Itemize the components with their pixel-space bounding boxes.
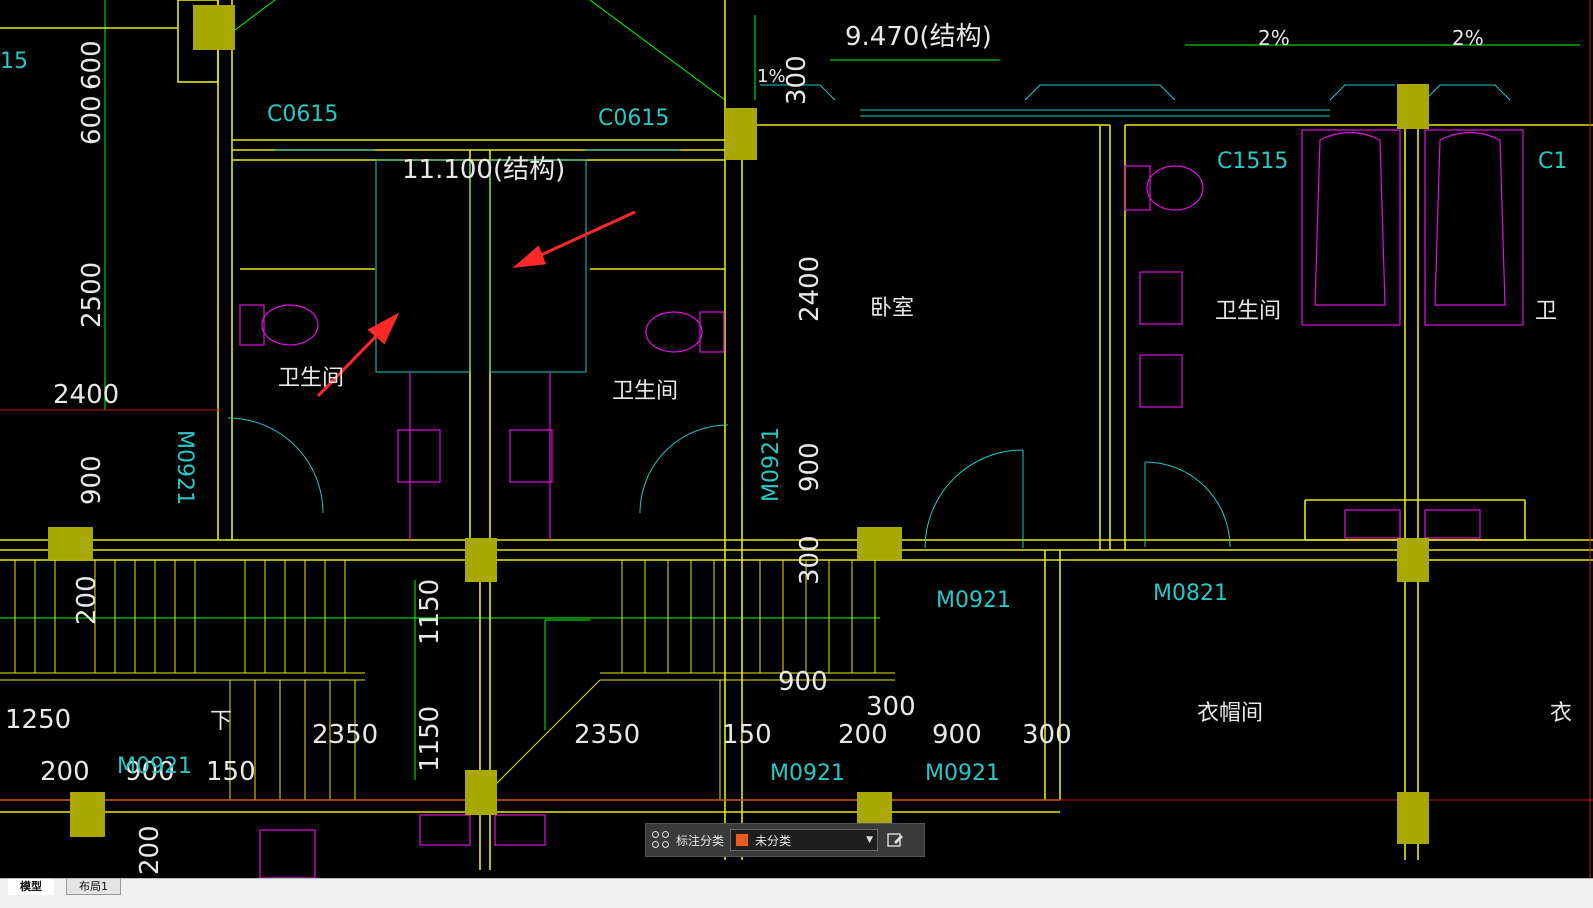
dimension-label: 2350 (574, 720, 640, 750)
dimension-label: 900 (932, 720, 982, 750)
dimension-label: 300 (782, 55, 812, 105)
dimension-label: 2400 (795, 256, 825, 322)
window-label: C0615 (267, 102, 338, 127)
room-label: 卧室 (870, 296, 914, 321)
room-label: 卫生间 (278, 366, 344, 391)
window-label: C0615 (598, 106, 669, 131)
dimension-label: 2500 (77, 262, 107, 328)
dimension-label: 200 (40, 757, 90, 787)
dimension-label: 1150 (415, 579, 445, 645)
tab-layout1[interactable]: 布局1 (66, 879, 121, 895)
annotation-category-value: 未分类 (755, 833, 792, 848)
door-label: M0921 (172, 430, 197, 505)
dimension-label: 600 (77, 95, 107, 145)
annotation-category-label: 标注分类 (676, 833, 725, 848)
room-label: 卫生间 (612, 379, 678, 404)
dimension-label: 600 (77, 40, 107, 90)
color-swatch (735, 833, 750, 847)
annotation-category-select[interactable]: 未分类 ▼ (730, 829, 879, 851)
room-label: 衣帽间 (1197, 701, 1263, 726)
chevron-down-icon: ▼ (866, 835, 874, 845)
floor-plan: 9.470(结构) 11.100(结构) 2% 2% 1% 卧室 卫生间 卫生间… (0, 0, 1593, 878)
window-label: 15 (0, 49, 28, 74)
dimension-label: 1250 (5, 705, 71, 735)
dimension-label: 300 (866, 692, 916, 722)
door-label: M0921 (117, 754, 192, 779)
stair-direction-label: 下 (210, 709, 232, 734)
door-label: M0921 (759, 427, 784, 502)
slope-label: 2% (1258, 26, 1290, 50)
level-label: 11.100(结构) (402, 155, 565, 185)
dimension-label: 150 (722, 720, 772, 750)
dimension-label: 300 (795, 535, 825, 585)
drawing-canvas[interactable]: 9.470(结构) 11.100(结构) 2% 2% 1% 卧室 卫生间 卫生间… (0, 0, 1593, 878)
window-label: C1515 (1217, 149, 1288, 174)
door-label: M0921 (936, 588, 1011, 613)
dimension-label: 900 (795, 442, 825, 492)
dimension-label: 2350 (312, 720, 378, 750)
level-label: 9.470(结构) (845, 22, 992, 52)
window-label: C1 (1538, 149, 1567, 174)
dimension-label: 200 (838, 720, 888, 750)
annotation-category-toolbar: 标注分类 未分类 ▼ (645, 823, 925, 857)
tab-model[interactable]: 模型 (8, 879, 54, 895)
room-label: 卫生间 (1215, 299, 1281, 324)
door-label: M0821 (1153, 581, 1228, 606)
dimension-label: 200 (135, 825, 165, 875)
door-label: M0921 (770, 761, 845, 786)
dimension-label: 300 (1022, 720, 1072, 750)
dimension-label: 1150 (415, 706, 445, 772)
slope-label: 2% (1452, 26, 1484, 50)
door-label: M0921 (925, 761, 1000, 786)
grid-icon[interactable] (652, 831, 670, 849)
dimension-label: 900 (77, 455, 107, 505)
dimension-label: 900 (778, 667, 828, 697)
dimension-label: 200 (72, 575, 102, 625)
room-label: 衣 (1550, 701, 1572, 726)
room-label: 卫 (1535, 299, 1557, 324)
edit-icon[interactable] (884, 829, 906, 851)
dimension-label: 150 (206, 757, 256, 787)
dimension-label: 2400 (53, 380, 119, 410)
layout-tab-bar: 模型 布局1 (0, 878, 1593, 908)
